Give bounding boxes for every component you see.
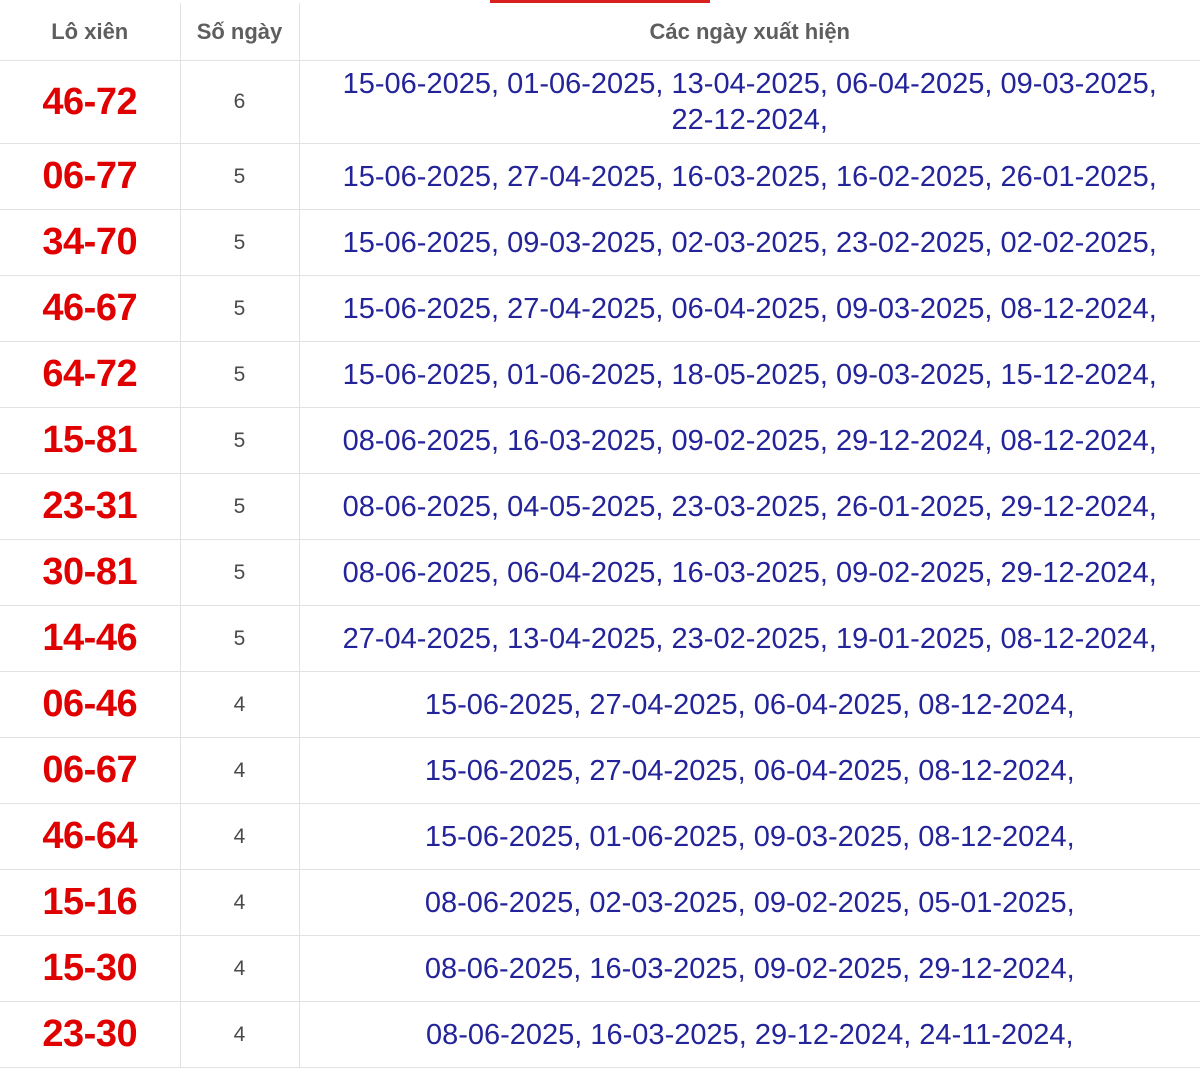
pair-cell: 23-30 [0,1001,181,1068]
pair-cell: 34-70 [0,209,181,276]
dates-cell: 15-06-2025, 09-03-2025, 02-03-2025, 23-0… [299,209,1200,276]
dates-cell: 08-06-2025, 02-03-2025, 09-02-2025, 05-0… [299,869,1200,936]
pair-cell: 06-46 [0,671,181,738]
days-cell: 5 [180,407,300,474]
dates-cell: 15-06-2025, 01-06-2025, 09-03-2025, 08-1… [299,803,1200,870]
table-row: 46-64 4 15-06-2025, 01-06-2025, 09-03-20… [0,803,1200,870]
days-cell: 5 [180,605,300,672]
dates-cell: 15-06-2025, 27-04-2025, 06-04-2025, 08-1… [299,671,1200,738]
table-row: 06-67 4 15-06-2025, 27-04-2025, 06-04-20… [0,737,1200,804]
pair-cell: 46-64 [0,803,181,870]
table-row: 06-46 4 15-06-2025, 27-04-2025, 06-04-20… [0,671,1200,738]
days-cell: 5 [180,473,300,540]
pair-cell: 46-72 [0,60,181,144]
days-cell: 4 [180,1001,300,1068]
table-row: 46-72 6 15-06-2025, 01-06-2025, 13-04-20… [0,60,1200,144]
table-row: 15-81 5 08-06-2025, 16-03-2025, 09-02-20… [0,407,1200,474]
table-row: 14-46 5 27-04-2025, 13-04-2025, 23-02-20… [0,605,1200,672]
table-row: 30-81 5 08-06-2025, 06-04-2025, 16-03-20… [0,539,1200,606]
dates-cell: 08-06-2025, 16-03-2025, 29-12-2024, 24-1… [299,1001,1200,1068]
days-cell: 6 [180,60,300,144]
days-cell: 5 [180,209,300,276]
pair-cell: 06-77 [0,143,181,210]
dates-cell: 15-06-2025, 27-04-2025, 06-04-2025, 08-1… [299,737,1200,804]
dates-cell: 08-06-2025, 06-04-2025, 16-03-2025, 09-0… [299,539,1200,606]
header-days: Số ngày [180,3,300,61]
days-cell: 4 [180,803,300,870]
table-row: 23-31 5 08-06-2025, 04-05-2025, 23-03-20… [0,473,1200,540]
dates-cell: 15-06-2025, 01-06-2025, 13-04-2025, 06-0… [299,60,1200,144]
table-row: 15-30 4 08-06-2025, 16-03-2025, 09-02-20… [0,935,1200,1002]
dates-cell: 15-06-2025, 27-04-2025, 06-04-2025, 09-0… [299,275,1200,342]
days-cell: 4 [180,671,300,738]
pair-cell: 15-16 [0,869,181,936]
days-cell: 5 [180,143,300,210]
pair-cell: 46-67 [0,275,181,342]
pair-cell: 15-81 [0,407,181,474]
days-cell: 5 [180,275,300,342]
dates-cell: 08-06-2025, 16-03-2025, 09-02-2025, 29-1… [299,407,1200,474]
lo-xien-table: Lô xiên Số ngày Các ngày xuất hiện 46-72… [0,3,1200,1068]
days-cell: 4 [180,737,300,804]
table-row: 34-70 5 15-06-2025, 09-03-2025, 02-03-20… [0,209,1200,276]
table-row: 64-72 5 15-06-2025, 01-06-2025, 18-05-20… [0,341,1200,408]
dates-cell: 15-06-2025, 01-06-2025, 18-05-2025, 09-0… [299,341,1200,408]
pair-cell: 64-72 [0,341,181,408]
table-header: Lô xiên Số ngày Các ngày xuất hiện [0,3,1200,61]
dates-cell: 15-06-2025, 27-04-2025, 16-03-2025, 16-0… [299,143,1200,210]
header-pair: Lô xiên [0,3,181,61]
table-row: 46-67 5 15-06-2025, 27-04-2025, 06-04-20… [0,275,1200,342]
days-cell: 5 [180,539,300,606]
table-row: 23-30 4 08-06-2025, 16-03-2025, 29-12-20… [0,1001,1200,1068]
pair-cell: 06-67 [0,737,181,804]
pair-cell: 30-81 [0,539,181,606]
dates-cell: 08-06-2025, 04-05-2025, 23-03-2025, 26-0… [299,473,1200,540]
dates-cell: 08-06-2025, 16-03-2025, 09-02-2025, 29-1… [299,935,1200,1002]
table-body: 46-72 6 15-06-2025, 01-06-2025, 13-04-20… [0,60,1200,1068]
table-row: 15-16 4 08-06-2025, 02-03-2025, 09-02-20… [0,869,1200,936]
dates-cell: 27-04-2025, 13-04-2025, 23-02-2025, 19-0… [299,605,1200,672]
days-cell: 5 [180,341,300,408]
header-dates: Các ngày xuất hiện [299,3,1200,61]
table-row: 06-77 5 15-06-2025, 27-04-2025, 16-03-20… [0,143,1200,210]
pair-cell: 14-46 [0,605,181,672]
days-cell: 4 [180,935,300,1002]
days-cell: 4 [180,869,300,936]
pair-cell: 15-30 [0,935,181,1002]
header-row: Lô xiên Số ngày Các ngày xuất hiện [0,3,1200,61]
pair-cell: 23-31 [0,473,181,540]
